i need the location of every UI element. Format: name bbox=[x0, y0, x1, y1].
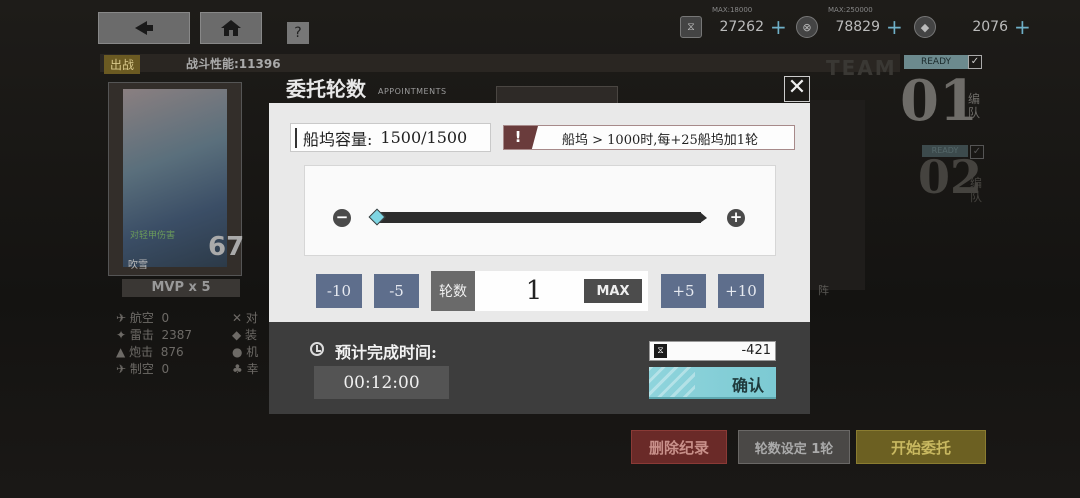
slider-minus-button[interactable]: − bbox=[333, 209, 351, 227]
max-button[interactable]: MAX bbox=[584, 279, 642, 303]
stat-row: ● 机 bbox=[232, 345, 259, 359]
slider-plus-button[interactable]: + bbox=[727, 209, 745, 227]
material-icon: ⊗ bbox=[796, 16, 818, 38]
stat-value: 0 bbox=[161, 311, 170, 325]
eta-value: 00:12:00 bbox=[314, 366, 449, 399]
minus-5-button[interactable]: -5 bbox=[374, 274, 419, 308]
rounds-slider-track[interactable] bbox=[376, 212, 701, 223]
resource-diamond: ◆ 2076 + bbox=[914, 14, 1031, 40]
slider-track-end bbox=[700, 212, 707, 223]
back-button[interactable] bbox=[98, 12, 190, 44]
help-label: ? bbox=[294, 25, 302, 41]
stat-value: 0 bbox=[161, 362, 170, 376]
resource-max: MAX:250000 bbox=[828, 6, 873, 14]
rounds-label: 轮数 bbox=[431, 271, 475, 311]
resource-value: 2076 bbox=[972, 19, 1008, 35]
help-button[interactable]: ? bbox=[287, 22, 309, 44]
clock-icon bbox=[310, 342, 324, 356]
team1-ready-badge: READY bbox=[904, 55, 968, 69]
rounds-value: 1 bbox=[525, 276, 543, 306]
stat-name: 炮击 bbox=[129, 345, 154, 359]
stat-name: 航空 bbox=[129, 311, 154, 325]
team1-label: 编队 bbox=[968, 92, 981, 120]
cost-box: ⧖ -421 bbox=[649, 341, 776, 361]
stat-row: ◆ 装 bbox=[232, 328, 258, 342]
rounds-setting-button[interactable]: 轮数设定 1轮 bbox=[738, 430, 850, 464]
mvp-badge: MVP x 5 bbox=[122, 279, 240, 297]
ship-name: 吹雪 bbox=[128, 260, 148, 271]
resource-material: MAX:250000 ⊗ 78829 + bbox=[796, 6, 903, 40]
resource-dock: MAX:18000 ⧖ 27262 + bbox=[680, 6, 787, 40]
dock-capacity-label: 船坞容量: bbox=[303, 129, 373, 149]
start-appointment-button[interactable]: 开始委托 bbox=[856, 430, 986, 464]
resource-value: 27262 bbox=[719, 19, 764, 35]
ship-level: 67 bbox=[208, 232, 245, 262]
dock-icon: ⧖ bbox=[654, 344, 667, 358]
home-icon bbox=[221, 20, 241, 36]
plus-10-button[interactable]: +10 bbox=[718, 274, 764, 308]
combat-power: 战斗性能:11396 bbox=[186, 57, 281, 71]
stat-row: ✈ 航空 0 bbox=[116, 311, 170, 325]
add-resource-button[interactable]: + bbox=[770, 15, 787, 39]
dock-capacity-box: 船坞容量: 1500/1500 bbox=[290, 123, 491, 152]
warning-icon-glyph: ! bbox=[514, 128, 522, 146]
home-button[interactable] bbox=[200, 12, 262, 44]
cost-value: -421 bbox=[741, 343, 771, 358]
warning-box: ! 船坞 > 1000时,每+25船坞加1轮 bbox=[503, 125, 795, 150]
plus-icon: + bbox=[729, 208, 743, 226]
formation-label: 阵 bbox=[818, 284, 829, 297]
confirm-button[interactable]: 确认 bbox=[649, 367, 776, 399]
sortie-label: 出战 bbox=[104, 55, 141, 74]
minus-icon: − bbox=[335, 208, 349, 226]
add-resource-button[interactable]: + bbox=[1014, 15, 1031, 39]
delete-record-button[interactable]: 删除纪录 bbox=[631, 430, 727, 464]
confirm-label: 确认 bbox=[731, 376, 764, 395]
stat-row: ♣ 幸 bbox=[232, 362, 259, 376]
back-arrow-icon bbox=[135, 21, 153, 35]
confirm-decoration bbox=[649, 367, 695, 397]
stats-left: ✈ 航空 0 ✦ 雷击 2387 ▲ 炮击 876 ✈ 制空 0 bbox=[116, 310, 192, 378]
stat-row: ✕ 对 bbox=[232, 311, 258, 325]
dock-capacity-value: 1500/1500 bbox=[380, 128, 468, 147]
stats-right: ✕ 对 ◆ 装 ● 机 ♣ 幸 bbox=[232, 310, 259, 378]
minus-10-button[interactable]: -10 bbox=[316, 274, 362, 308]
warning-icon: ! bbox=[504, 126, 538, 149]
stat-name: 幸 bbox=[246, 362, 259, 376]
resource-max: MAX:18000 bbox=[712, 6, 753, 14]
close-icon: ✕ bbox=[787, 75, 807, 100]
divider bbox=[295, 127, 297, 148]
team-word: TEAM bbox=[826, 56, 897, 80]
stat-value: 2387 bbox=[161, 328, 193, 342]
team1-number[interactable]: 01 bbox=[900, 68, 978, 134]
close-button[interactable]: ✕ bbox=[784, 76, 810, 102]
diamond-icon: ◆ bbox=[914, 16, 936, 38]
dialog-subtitle: APPOINTMENTS bbox=[378, 87, 447, 96]
stat-name: 机 bbox=[246, 345, 259, 359]
team1-checkbox[interactable]: ✓ bbox=[968, 55, 982, 69]
stat-name: 对 bbox=[245, 311, 258, 325]
warning-text: 船坞 > 1000时,每+25船坞加1轮 bbox=[562, 133, 759, 148]
plus-5-button[interactable]: +5 bbox=[661, 274, 706, 308]
stat-name: 雷击 bbox=[129, 328, 154, 342]
stat-row: ▲ 炮击 876 bbox=[116, 345, 184, 359]
eta-label: 预计完成时间: bbox=[335, 343, 437, 362]
team2-label: 编队 bbox=[970, 176, 983, 204]
dock-icon: ⧖ bbox=[680, 16, 702, 38]
add-resource-button[interactable]: + bbox=[886, 15, 903, 39]
stat-name: 制空 bbox=[129, 362, 154, 376]
dialog-title: 委托轮数 bbox=[286, 77, 366, 101]
resource-value: 78829 bbox=[835, 19, 880, 35]
stat-row: ✈ 制空 0 bbox=[116, 362, 170, 376]
stat-name: 装 bbox=[245, 328, 258, 342]
stat-row: ✦ 雷击 2387 bbox=[116, 328, 193, 342]
stat-value: 876 bbox=[160, 345, 184, 359]
ship-type: 对轻甲伤害 bbox=[130, 231, 176, 241]
formation-panel bbox=[810, 100, 865, 290]
